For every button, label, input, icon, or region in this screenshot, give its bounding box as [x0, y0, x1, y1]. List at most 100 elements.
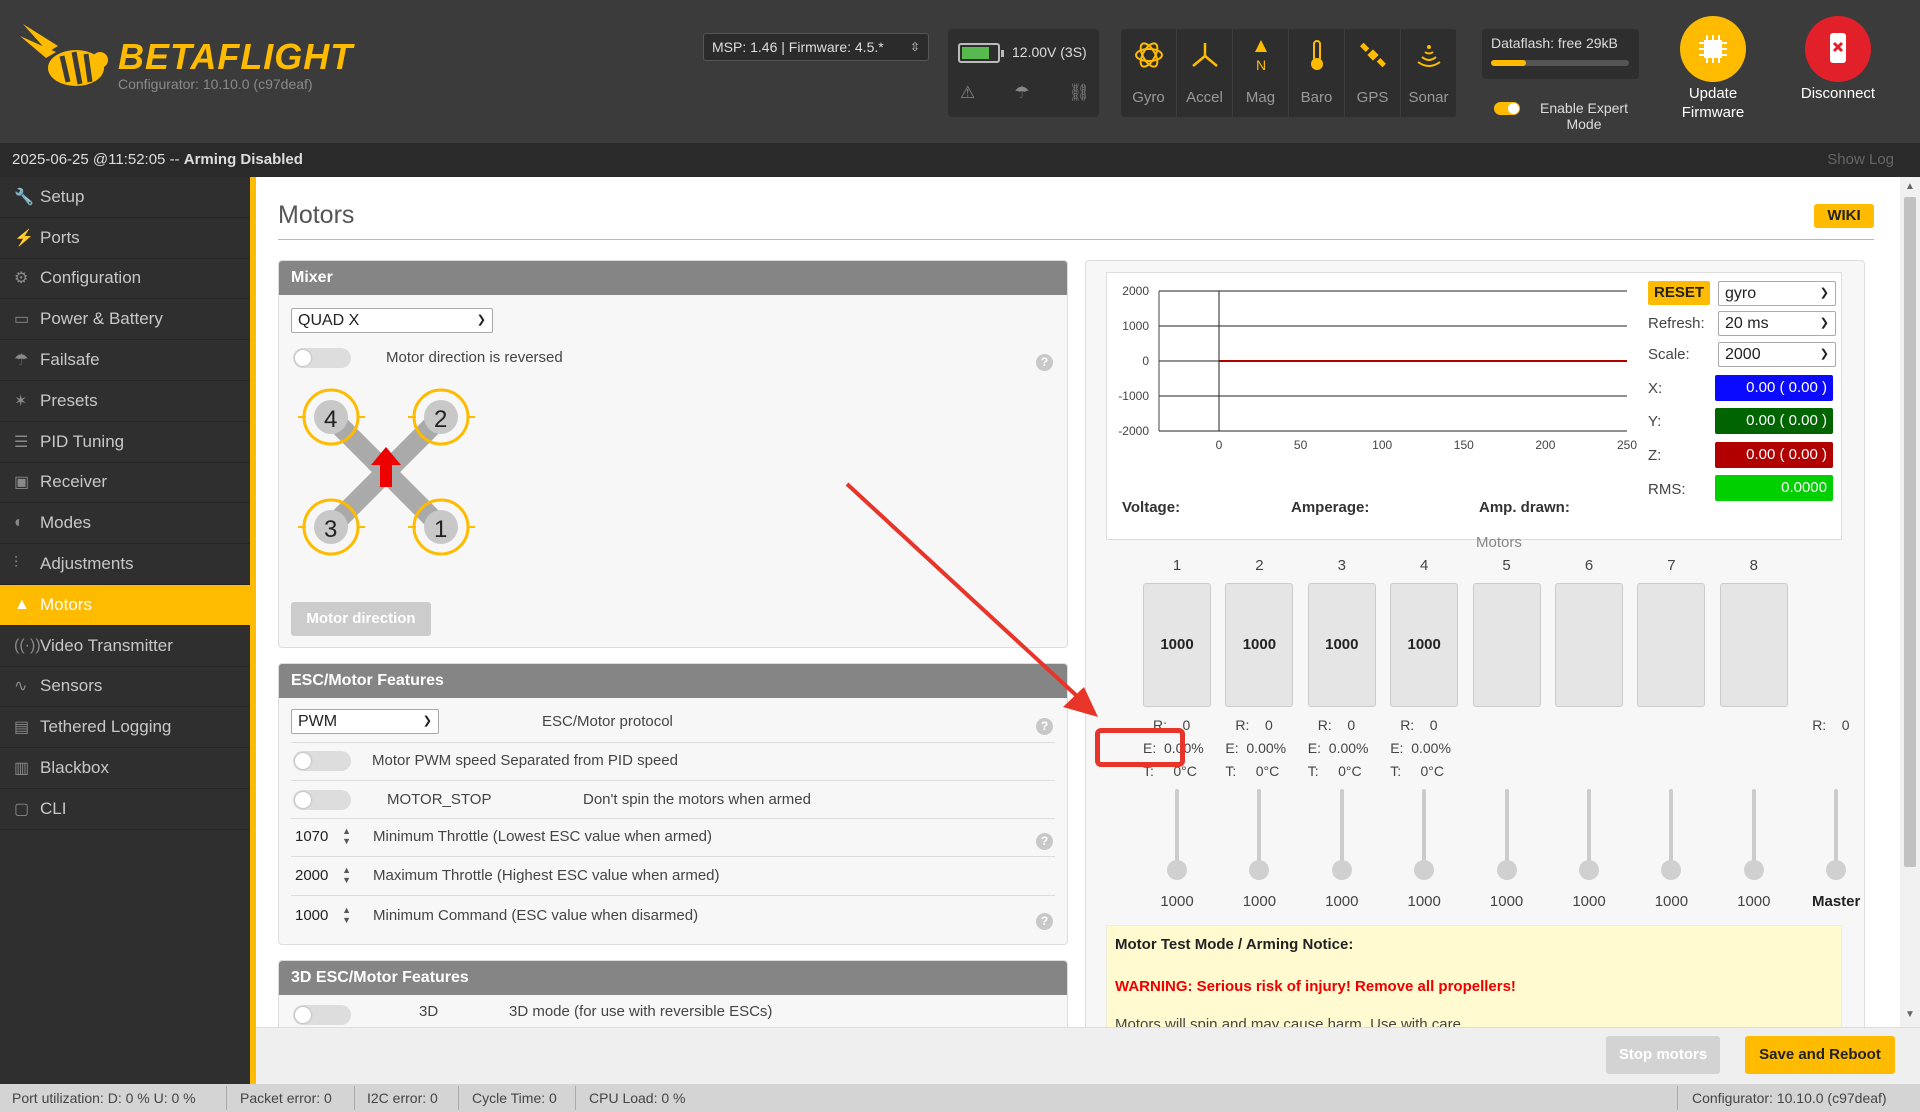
sidebar-item-adjustments[interactable]: ⫶ Adjustments — [0, 544, 250, 585]
sidebar-item-configuration[interactable]: ⚙ Configuration — [0, 259, 250, 300]
wand-icon: ✶ — [14, 392, 28, 410]
scrollbar[interactable]: ▲ ▼ — [1900, 177, 1920, 1027]
logo-title: BETAFLIGHT — [118, 36, 354, 77]
blackbox-icon: ▥ — [14, 760, 30, 778]
warning-icon: ⚠ — [960, 83, 976, 102]
scroll-thumb[interactable] — [1904, 197, 1916, 867]
sidebar-item-cli[interactable]: ▢ CLI — [0, 789, 250, 830]
msp-firmware-select[interactable]: MSP: 1.46 | Firmware: 4.5.* ⇳ — [703, 33, 929, 61]
sidebar-item-label: Adjustments — [40, 554, 134, 574]
status-strip: 2025-06-25 @11:52:05 -- Arming Disabled … — [0, 143, 1920, 177]
status-text: 2025-06-25 @11:52:05 -- Arming Disabled — [12, 151, 303, 168]
sidebar-item-label: Video Transmitter — [40, 635, 173, 655]
status-time: 2025-06-25 @11:52:05 -- — [12, 151, 184, 168]
scroll-down-icon[interactable]: ▼ — [1905, 1009, 1915, 1020]
sensors-icon: ∿ — [14, 678, 28, 696]
sidebar-item-label: Blackbox — [40, 758, 109, 778]
scroll-up-icon[interactable]: ▲ — [1905, 181, 1915, 192]
dataflash-text: Dataflash: free 29kB — [1491, 35, 1618, 51]
sidebar-item-label: Receiver — [40, 472, 108, 492]
sidebar-item-failsafe[interactable]: ☂ Failsafe — [0, 340, 250, 381]
sensor-label: Baro — [1300, 89, 1333, 106]
divider — [458, 1086, 459, 1110]
sidebar-item-ports[interactable]: ⚡ Ports — [0, 218, 250, 259]
gyro-icon — [1121, 29, 1176, 81]
sidebar-item-label: Modes — [40, 513, 92, 533]
highlight-box — [1095, 728, 1185, 767]
sidebar-item-tethered-logging[interactable]: ▤ Tethered Logging — [0, 707, 250, 749]
sidebar-item-label: Ports — [40, 227, 80, 247]
sidebar-item-setup[interactable]: 🔧 Setup — [0, 177, 250, 218]
sidebar-item-power-battery[interactable]: ▭ Power & Battery — [0, 299, 250, 341]
plug-icon: ⚡ — [14, 229, 34, 247]
dataflash-bar — [1491, 60, 1629, 66]
sensor-accel: Accel — [1177, 29, 1233, 117]
sensor-label: Sonar — [1408, 89, 1449, 106]
packet-error: Packet error: 0 — [240, 1090, 332, 1106]
mag-icon: N — [1233, 29, 1288, 81]
divider — [226, 1086, 227, 1110]
sidebar-item-video-transmitter[interactable]: ((·)) Video Transmitter — [0, 626, 250, 667]
sensor-label: GPS — [1356, 89, 1389, 106]
sensor-status-panel: Gyro Accel N Mag Baro GPS Sonar — [1121, 29, 1457, 117]
sidebar: 🔧 Setup ⚡ Ports ⚙ Configuration ▭ Power & Batte… — [0, 177, 250, 1084]
sidebar-item-blackbox[interactable]: ▥ Blackbox — [0, 748, 250, 789]
divider — [575, 1086, 576, 1110]
dataflash-panel: Dataflash: free 29kB — [1482, 29, 1639, 79]
wrench-icon: 🔧 — [14, 188, 34, 206]
stop-motors-button[interactable]: Stop motors — [1606, 1036, 1720, 1074]
usb-disconnect-icon — [1805, 16, 1871, 82]
sidebar-item-presets[interactable]: ✶ Presets — [0, 381, 250, 422]
top-bar: BETAFLIGHT Configurator: 10.10.0 (c97dea… — [0, 0, 1920, 143]
sidebar-item-modes[interactable]: ◐ Modes — [0, 503, 250, 545]
sidebar-item-label: Failsafe — [40, 350, 100, 370]
sidebar-item-label: Presets — [40, 390, 98, 410]
show-log-link[interactable]: Show Log — [1827, 151, 1894, 168]
disconnect-button[interactable]: Disconnect — [1783, 16, 1893, 103]
sidebar-item-pid-tuning[interactable]: ☰ PID Tuning — [0, 422, 250, 463]
battery-level — [962, 47, 989, 59]
link-icon: ⛓ — [1068, 83, 1090, 102]
update-firmware-label: Update Firmware — [1681, 85, 1745, 121]
annotation-arrow — [845, 482, 1098, 717]
save-reboot-button[interactable]: Save and Reboot — [1745, 1036, 1895, 1074]
sidebar-item-sensors[interactable]: ∿ Sensors — [0, 667, 250, 708]
battery-icon — [958, 43, 1004, 63]
sidebar-item-label: Motors — [40, 594, 92, 614]
sidebar-item-receiver[interactable]: ▣ Receiver — [0, 463, 250, 504]
main-content: Motors WIKI Mixer QUAD X ❯ Motor directio… — [256, 177, 1900, 1027]
sidebar-item-label: Sensors — [40, 676, 103, 696]
battery-panel: 12.00V (3S) ⚠ ☂ ⛓ — [948, 29, 1099, 117]
sliders-icon: ☰ — [14, 433, 29, 451]
sensor-sonar: Sonar — [1401, 29, 1457, 117]
bee-logo-icon — [20, 24, 108, 86]
update-firmware-button[interactable]: Update Firmware — [1658, 16, 1768, 122]
receiver-icon: ▣ — [14, 474, 30, 492]
sensor-label: Mag — [1245, 89, 1276, 106]
i2c-error: I2C error: 0 — [367, 1090, 438, 1106]
sidebar-item-motors[interactable]: ▲ Motors — [0, 584, 250, 626]
sidebar-item-label: Setup — [40, 186, 85, 206]
sidebar-item-label: Configuration — [40, 268, 142, 288]
terminal-icon: ▢ — [14, 800, 30, 818]
updown-icon: ⇳ — [909, 40, 920, 54]
sensor-gyro: Gyro — [1121, 29, 1177, 117]
sensor-label: Accel — [1186, 89, 1223, 106]
arming-status: Arming Disabled — [183, 151, 303, 168]
motor-icon: ▲ — [14, 595, 30, 613]
vtx-icon: ((·)) — [14, 636, 41, 654]
battery-voltage: 12.00V (3S) — [1012, 44, 1087, 60]
cycle-time: Cycle Time: 0 — [472, 1090, 557, 1106]
msp-firmware-value: MSP: 1.46 | Firmware: 4.5.* — [712, 39, 884, 55]
expert-mode-label: Enable Expert Mode — [1540, 100, 1628, 132]
failsafe-icon: ☂ — [1014, 83, 1030, 102]
configurator-version: Configurator: 10.10.0 (c97deaf) — [118, 76, 313, 92]
expert-toggle-switch[interactable] — [1494, 102, 1520, 115]
divider — [1677, 1086, 1678, 1110]
footer-status-bar: Port utilization: D: 0 % U: 0 % Packet e… — [0, 1084, 1920, 1112]
betaflight-logo: BETAFLIGHT Configurator: 10.10.0 (c97dea… — [18, 16, 358, 96]
sidebar-item-label: CLI — [40, 798, 67, 818]
dataflash-fill — [1491, 60, 1526, 66]
sensor-mag: N Mag — [1233, 29, 1289, 117]
chip-icon — [1680, 16, 1746, 82]
